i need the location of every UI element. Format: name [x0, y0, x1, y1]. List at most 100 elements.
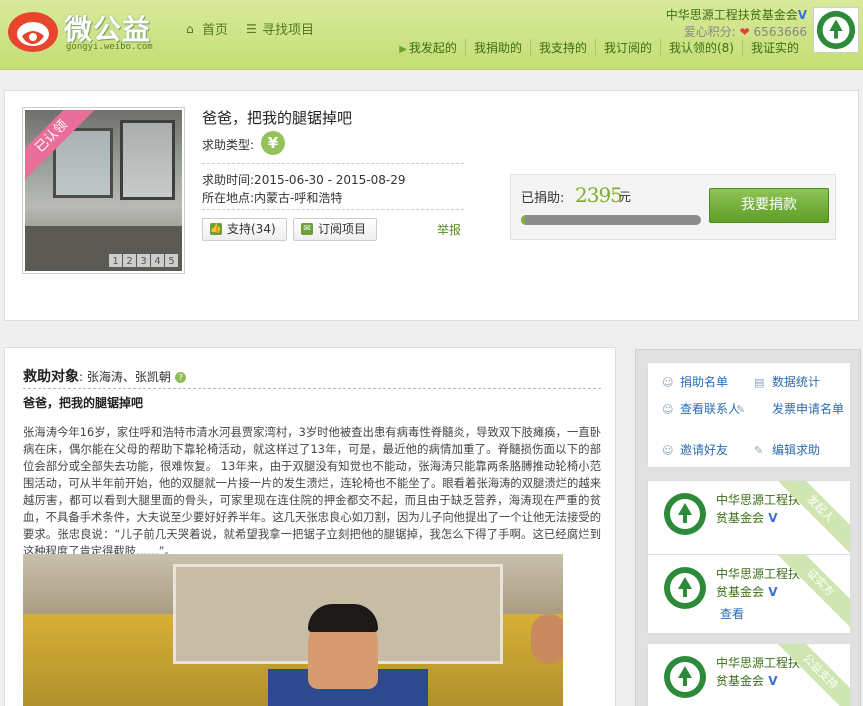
- subnav-supported[interactable]: 我支持的: [529, 39, 595, 56]
- photo-child-2: [531, 614, 563, 664]
- pager-2[interactable]: 2: [123, 254, 136, 267]
- support-button[interactable]: 👍 支持(34): [202, 218, 287, 241]
- report-link[interactable]: 举报: [437, 221, 461, 238]
- project-title: 爸爸，把我的腿锯掉吧: [202, 109, 353, 127]
- place-label: 所在地点: [202, 191, 251, 205]
- subnav-claimed[interactable]: 我认领的(8): [659, 39, 742, 56]
- org-name-text: 中华思源工程扶贫基金会: [716, 567, 801, 599]
- action-donors-list[interactable]: ☺ 捐助名单: [662, 375, 728, 390]
- verified-icon: V: [764, 511, 778, 525]
- time-label: 求助时间: [202, 173, 251, 187]
- action-invoice-label: 发票申请名单: [772, 402, 845, 416]
- user-name-text: 中华思源工程扶贫基金会: [665, 8, 798, 22]
- verified-icon: V: [764, 585, 778, 599]
- story-photo: [23, 554, 563, 706]
- actions-box: ☺ 捐助名单 ▤ 数据统计 ☺ 查看联系人 ✎ 发票申请名单 ☺ 邀请好友 ✎ 编辑求助: [647, 362, 851, 468]
- photo-child-hair: [308, 604, 378, 632]
- pager-5[interactable]: 5: [165, 254, 178, 267]
- site-logo[interactable]: 微公益 gongyi.weibo.com: [6, 6, 176, 56]
- org-name-text: 中华思源工程扶贫基金会: [716, 493, 801, 525]
- subnav-initiated[interactable]: ▶ 我发起的: [399, 39, 465, 56]
- category-label: 求助类型:: [202, 138, 255, 152]
- list-icon: ☰: [246, 21, 257, 36]
- project-summary: 已认领 1 2 3 4 5 爸爸，把我的腿锯掉吧 求助类型: ¥ 求助时间:20…: [4, 90, 859, 321]
- contact-icon: ☺: [662, 403, 674, 416]
- action-edit-label: 编辑求助: [772, 443, 821, 457]
- image-pager: 1 2 3 4 5: [109, 254, 178, 267]
- nav-find-projects[interactable]: ☰ 寻找项目: [246, 19, 315, 39]
- subscribe-icon: ✉: [301, 223, 313, 235]
- request-time: 求助时间:2015-06-30 - 2015-08-29: [202, 171, 406, 188]
- subnav-subscribed[interactable]: 我订阅的: [594, 39, 660, 56]
- subnav-donated[interactable]: 我捐助的: [464, 39, 530, 56]
- thumbs-up-icon: 👍: [210, 223, 222, 235]
- org-logo-icon: [664, 567, 706, 609]
- progress-fill: [521, 215, 525, 225]
- divider: [202, 163, 464, 164]
- verifier-card[interactable]: 中华思源工程扶贫基金会 V 查看 证实方: [647, 554, 851, 634]
- main-nav: ⌂ 首页 ☰ 寻找项目: [186, 19, 315, 39]
- home-icon: ⌂: [186, 21, 194, 36]
- invoice-icon: ✎: [736, 403, 746, 416]
- help-icon[interactable]: ?: [175, 372, 187, 383]
- story-text: 张海涛今年16岁，家住呼和浩特市清水河县贾家湾村，3岁时他被查出患有病毒性脊髓炎…: [23, 426, 601, 558]
- weibo-logo-icon: [8, 12, 58, 52]
- score-value: 6563666: [753, 25, 807, 39]
- rescue-target: 救助对象: 张海涛、张凯朝 ?: [23, 366, 187, 386]
- action-stats-label: 数据统计: [772, 375, 821, 389]
- subscribe-button[interactable]: ✉ 订阅项目: [293, 218, 378, 241]
- invite-icon: ☺: [662, 444, 674, 457]
- heart-icon: ❤: [739, 25, 750, 39]
- avatar[interactable]: [813, 7, 859, 53]
- love-score: 爱心积分: ❤ 6563666: [684, 23, 807, 40]
- score-label: 爱心积分:: [683, 25, 736, 39]
- verified-icon: V: [764, 674, 778, 688]
- org-logo-icon: [664, 493, 706, 535]
- donate-button[interactable]: 我要捐款: [709, 188, 829, 223]
- action-contacts-label: 查看联系人: [680, 402, 741, 416]
- action-contacts[interactable]: ☺ 查看联系人: [662, 402, 740, 417]
- rescue-label: 救助对象: [23, 369, 79, 385]
- supporter-card[interactable]: 中华思源工程扶贫基金会 V 公益支持: [647, 643, 851, 706]
- nav-home[interactable]: ⌂ 首页: [186, 19, 229, 39]
- initiator-card[interactable]: 中华思源工程扶贫基金会 V 发起人: [647, 480, 851, 560]
- donation-box: 已捐助: 2395 元 我要捐款: [510, 174, 836, 240]
- story-panel: 救助对象: 张海涛、张凯朝 ? 爸爸，把我的腿锯掉吧 张海涛今年16岁，家住呼和…: [4, 347, 616, 706]
- divider: [23, 388, 601, 389]
- view-link[interactable]: 查看: [720, 605, 744, 622]
- user-name[interactable]: 中华思源工程扶贫基金会V: [666, 6, 807, 23]
- donated-unit: 元: [619, 190, 632, 204]
- action-invite-label: 邀请好友: [680, 443, 729, 457]
- project-photo: 已认领 1 2 3 4 5: [25, 110, 182, 271]
- project-image[interactable]: 已认领 1 2 3 4 5: [22, 107, 185, 274]
- pager-1[interactable]: 1: [109, 254, 122, 267]
- donated-amount: 2395: [575, 183, 623, 207]
- sidebar: ☺ 捐助名单 ▤ 数据统计 ☺ 查看联系人 ✎ 发票申请名单 ☺ 邀请好友 ✎ 编辑求助 中…: [635, 349, 861, 706]
- donation-progress-bar: [521, 215, 701, 225]
- action-invite[interactable]: ☺ 邀请好友: [662, 443, 728, 458]
- place-value: :内蒙古-呼和浩特: [250, 191, 343, 205]
- org-logo-icon: [816, 10, 856, 50]
- action-stats[interactable]: ▤ 数据统计: [754, 375, 820, 390]
- play-icon: ▶: [399, 44, 407, 55]
- nav-find-projects-label: 寻找项目: [262, 23, 315, 38]
- org-logo-icon: [664, 656, 706, 698]
- verified-icon: V: [797, 8, 807, 22]
- donors-icon: ☺: [662, 376, 674, 389]
- nav-home-label: 首页: [202, 23, 229, 38]
- rescue-names: : 张海涛、张凯朝: [79, 370, 171, 384]
- story-title: 爸爸，把我的腿锯掉吧: [23, 396, 144, 410]
- action-edit[interactable]: ✎ 编辑求助: [754, 443, 820, 458]
- subnav-verified[interactable]: 我证实的: [741, 39, 807, 56]
- header: 微公益 gongyi.weibo.com ⌂ 首页 ☰ 寻找项目 中华思源工程扶…: [0, 0, 863, 70]
- pager-4[interactable]: 4: [151, 254, 164, 267]
- pager-3[interactable]: 3: [137, 254, 150, 267]
- logo-subtitle: gongyi.weibo.com: [66, 42, 153, 52]
- divider: [202, 209, 464, 210]
- location: 所在地点:内蒙古-呼和浩特: [202, 189, 342, 206]
- photo-window-right: [120, 120, 175, 200]
- org-name-text: 中华思源工程扶贫基金会: [716, 656, 801, 688]
- time-value: :2015-06-30 - 2015-08-29: [250, 173, 406, 187]
- action-invoice[interactable]: ✎ 发票申请名单: [736, 402, 846, 417]
- stats-icon: ▤: [754, 376, 765, 389]
